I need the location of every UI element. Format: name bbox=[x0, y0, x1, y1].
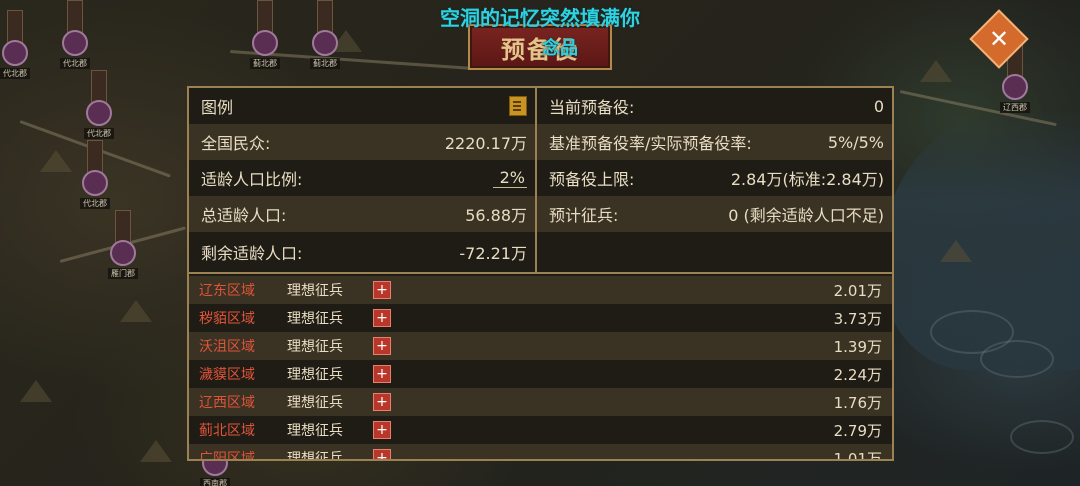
region-value: 1.01万 bbox=[833, 449, 882, 461]
region-mode: 理想征兵 bbox=[287, 311, 343, 327]
city-label: 雁门郡 bbox=[108, 268, 138, 279]
stat-value: 2.84万(标准:2.84万) bbox=[730, 170, 884, 189]
mountain-decoration bbox=[140, 440, 172, 462]
stat-label: 总适龄人口: bbox=[201, 206, 287, 225]
stat-row-remaining-eligible: 剩余适龄人口: -72.21万 bbox=[189, 232, 535, 272]
city-label: 代北郡 bbox=[0, 68, 30, 79]
add-button[interactable]: + bbox=[373, 309, 391, 327]
region-mode: 理想征兵 bbox=[287, 423, 343, 439]
stat-label: 预备役上限: bbox=[549, 170, 635, 189]
region-name[interactable]: 秽貊区域 bbox=[199, 308, 287, 328]
stat-value: 0 bbox=[873, 96, 884, 116]
region-row: 濊貘区域 理想征兵 + 2.24万 bbox=[189, 360, 892, 388]
stat-label: 当前预备役: bbox=[549, 98, 635, 117]
age-ratio-input[interactable]: 2% bbox=[493, 168, 527, 188]
region-value: 2.01万 bbox=[833, 281, 882, 300]
region-row: 沃沮区域 理想征兵 + 1.39万 bbox=[189, 332, 892, 360]
sea-wave-decoration bbox=[1010, 420, 1074, 454]
stat-value: 2220.17万 bbox=[444, 134, 527, 153]
stat-label: 剩余适龄人口: bbox=[201, 244, 303, 263]
stat-row-expected-conscription: 预计征兵: 0 (剩余适龄人口不足) bbox=[537, 196, 892, 232]
stat-label: 适龄人口比例: bbox=[201, 170, 303, 189]
region-value: 3.73万 bbox=[833, 309, 882, 328]
add-button[interactable]: + bbox=[373, 337, 391, 355]
reserve-panel: 图例 全国民众: 2220.17万 适龄人口比例: 2% 总适龄人口: 56.8… bbox=[187, 86, 894, 461]
add-button[interactable]: + bbox=[373, 393, 391, 411]
map-city-marker[interactable]: 代北郡 bbox=[80, 140, 110, 209]
region-row: 秽貊区域 理想征兵 + 3.73万 bbox=[189, 304, 892, 332]
region-mode: 理想征兵 bbox=[287, 395, 343, 411]
mountain-decoration bbox=[920, 60, 952, 82]
notification-text: 空洞的记忆突然填满你 bbox=[440, 6, 640, 30]
region-name[interactable]: 沃沮区域 bbox=[199, 336, 287, 356]
stat-row-total-eligible: 总适龄人口: 56.88万 bbox=[189, 196, 535, 232]
stat-row-population: 全国民众: 2220.17万 bbox=[189, 124, 535, 160]
legend-row: 图例 bbox=[189, 88, 535, 124]
stats-left-column: 图例 全国民众: 2220.17万 适龄人口比例: 2% 总适龄人口: 56.8… bbox=[189, 88, 537, 272]
city-label: 代北郡 bbox=[84, 128, 114, 139]
mountain-decoration bbox=[120, 300, 152, 322]
region-mode: 理想征兵 bbox=[287, 451, 343, 461]
stat-row-reserve-limit: 预备役上限: 2.84万(标准:2.84万) bbox=[537, 160, 892, 196]
notification-text-fragment: 念品 bbox=[542, 38, 578, 59]
stat-label: 预计征兵: bbox=[549, 206, 619, 225]
region-name[interactable]: 辽东区域 bbox=[199, 280, 287, 300]
stat-label: 基准预备役率/实际预备役率: bbox=[549, 134, 752, 153]
stat-value: 56.88万 bbox=[465, 206, 527, 225]
stat-label: 全国民众: bbox=[201, 134, 271, 153]
region-value: 2.24万 bbox=[833, 365, 882, 384]
legend-label: 图例 bbox=[201, 98, 234, 117]
region-mode: 理想征兵 bbox=[287, 367, 343, 383]
region-name[interactable]: 濊貘区域 bbox=[199, 364, 287, 384]
mountain-decoration bbox=[20, 380, 52, 402]
close-icon: ✕ bbox=[988, 25, 1010, 53]
stats-section: 图例 全国民众: 2220.17万 适龄人口比例: 2% 总适龄人口: 56.8… bbox=[189, 88, 892, 274]
map-city-marker[interactable]: 代北郡 bbox=[84, 70, 114, 139]
region-value: 1.76万 bbox=[833, 393, 882, 412]
add-button[interactable]: + bbox=[373, 365, 391, 383]
region-row: 辽西区域 理想征兵 + 1.76万 bbox=[189, 388, 892, 416]
stat-row-reserve-rate: 基准预备役率/实际预备役率: 5%/5% bbox=[537, 124, 892, 160]
stat-row-current-reserve: 当前预备役: 0 bbox=[537, 88, 892, 124]
region-value: 2.79万 bbox=[833, 421, 882, 440]
legend-book-icon[interactable] bbox=[509, 96, 527, 116]
mountain-decoration bbox=[40, 150, 72, 172]
city-label: 辽西郡 bbox=[1000, 102, 1030, 113]
mountain-decoration bbox=[940, 240, 972, 262]
region-mode: 理想征兵 bbox=[287, 283, 343, 299]
region-name[interactable]: 蓟北区域 bbox=[199, 420, 287, 440]
region-list: 辽东区域 理想征兵 + 2.01万 秽貊区域 理想征兵 + 3.73万 沃沮区域… bbox=[189, 274, 892, 461]
region-name[interactable]: 广阳区域 bbox=[199, 448, 287, 459]
stat-row-age-ratio: 适龄人口比例: 2% bbox=[189, 160, 535, 196]
add-button[interactable]: + bbox=[373, 281, 391, 299]
region-row: 辽东区域 理想征兵 + 2.01万 bbox=[189, 276, 892, 304]
region-mode: 理想征兵 bbox=[287, 339, 343, 355]
city-label: 代北郡 bbox=[80, 198, 110, 209]
sea-wave-decoration bbox=[980, 340, 1054, 378]
region-value: 1.39万 bbox=[833, 337, 882, 356]
city-label: 西南郡 bbox=[200, 478, 230, 486]
map-city-marker[interactable]: 雁门郡 bbox=[108, 210, 138, 279]
region-name[interactable]: 辽西区域 bbox=[199, 392, 287, 412]
add-button[interactable]: + bbox=[373, 421, 391, 439]
stat-value: 0 (剩余适龄人口不足) bbox=[728, 206, 884, 225]
stat-value: -72.21万 bbox=[459, 244, 527, 263]
region-row: 广阳区域 理想征兵 + 1.01万 bbox=[189, 444, 892, 461]
region-row: 蓟北区域 理想征兵 + 2.79万 bbox=[189, 416, 892, 444]
add-button[interactable]: + bbox=[373, 449, 391, 459]
stat-value: 5%/5% bbox=[827, 132, 884, 152]
stats-right-column: 当前预备役: 0 基准预备役率/实际预备役率: 5%/5% 预备役上限: 2.8… bbox=[537, 88, 892, 272]
